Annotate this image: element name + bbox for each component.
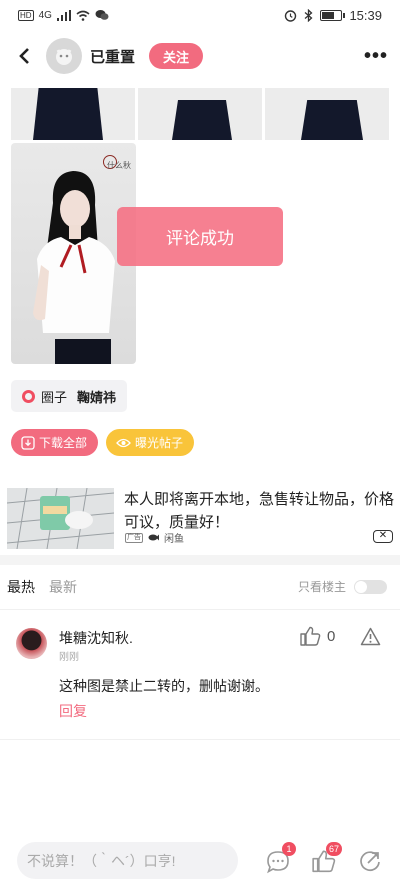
comment-like-button[interactable]: 0 [300,626,335,646]
commenter-avatar[interactable] [16,628,47,659]
ad-banner[interactable]: 本人即将离开本地，急售转让物品，价格可议，质量好！ 广告 闲鱼 ✕ [7,486,395,550]
post-image-3[interactable] [265,88,389,140]
comment-text: 这种图是禁止二转的，删帖谢谢。 [59,678,269,694]
post-header: 已重置 关注 ••• [0,33,400,79]
ad-close-button[interactable]: ✕ [373,530,393,543]
wechat-icon [95,10,109,20]
commenter-name[interactable]: 堆糖沈知秋. [59,628,133,648]
ad-title: 本人即将离开本地，急售转让物品，价格可议，质量好！ [124,491,395,531]
xianyu-fish-icon [148,534,159,541]
report-button[interactable] [360,627,381,651]
signal-icon [56,9,71,21]
comment-time: 刚刚 [59,652,79,663]
tab-hot[interactable]: 最热 [7,577,35,597]
owner-only-filter: 只看楼主 [298,578,387,595]
circle-icon [22,389,35,403]
skirt-shape [33,88,103,140]
default-avatar-icon [56,49,72,65]
post-image-1[interactable] [11,88,135,140]
divider-line [0,609,400,610]
ad-product-image [7,488,114,549]
download-icon [21,435,35,450]
download-all-label: 下载全部 [39,436,88,450]
divider-line [0,739,400,740]
status-bar: HD 4G 15:39 [0,0,400,30]
seal-text: 什么秋 [107,161,131,170]
skirt-shape [301,100,363,140]
ad-meta: 广告 闲鱼 [125,530,184,545]
hd-indicator: HD [18,9,34,21]
clock: 15:39 [349,7,382,23]
circle-label: 圈子 [41,389,68,405]
back-button[interactable] [12,44,36,68]
expose-post-button[interactable]: 曝光帖子 [106,429,194,456]
ad-thumbnail [7,488,114,549]
thumbs-up-icon [300,626,321,646]
battery-level [322,11,335,19]
expose-post-label: 曝光帖子 [135,436,184,450]
post-image-2[interactable] [138,88,262,140]
owner-only-label: 只看楼主 [297,580,346,594]
ad-badge: 广告 [125,532,143,543]
circle-tag[interactable]: 圈子 鞠婧祎 [11,380,128,412]
toast-message: 评论成功 [117,207,283,266]
section-divider [0,555,400,565]
comment-like-count: 0 [327,627,336,645]
battery-icon [320,9,346,21]
download-all-button[interactable]: 下载全部 [11,429,98,456]
share-icon [360,851,380,871]
warning-icon [360,627,381,646]
tab-latest[interactable]: 最新 [49,577,77,597]
network-type: 4G [38,9,52,21]
bluetooth-icon [305,8,313,22]
eye-icon [116,438,131,447]
author-name[interactable]: 已重置 [90,46,135,67]
like-count-badge: 67 [326,842,343,856]
wifi-icon [76,10,90,21]
author-avatar[interactable] [46,38,82,74]
comment-count-badge: 1 [282,842,296,856]
circle-name: 鞠婧祎 [77,389,117,405]
skirt-shape [172,100,232,140]
comment-reply-button[interactable]: 回复 [59,701,87,721]
comment-tabs: 最热 最新 [7,577,77,597]
status-right: 15:39 [284,8,382,23]
status-left: HD 4G [18,9,109,21]
owner-only-toggle[interactable] [354,579,387,594]
share-button[interactable] [358,849,384,875]
alarm-icon [285,9,297,22]
more-options-icon[interactable]: ••• [364,45,388,68]
ad-source: 闲鱼 [164,534,184,545]
follow-button[interactable]: 关注 [149,43,204,69]
back-arrow-icon [19,48,29,64]
comment-input[interactable] [17,842,238,879]
